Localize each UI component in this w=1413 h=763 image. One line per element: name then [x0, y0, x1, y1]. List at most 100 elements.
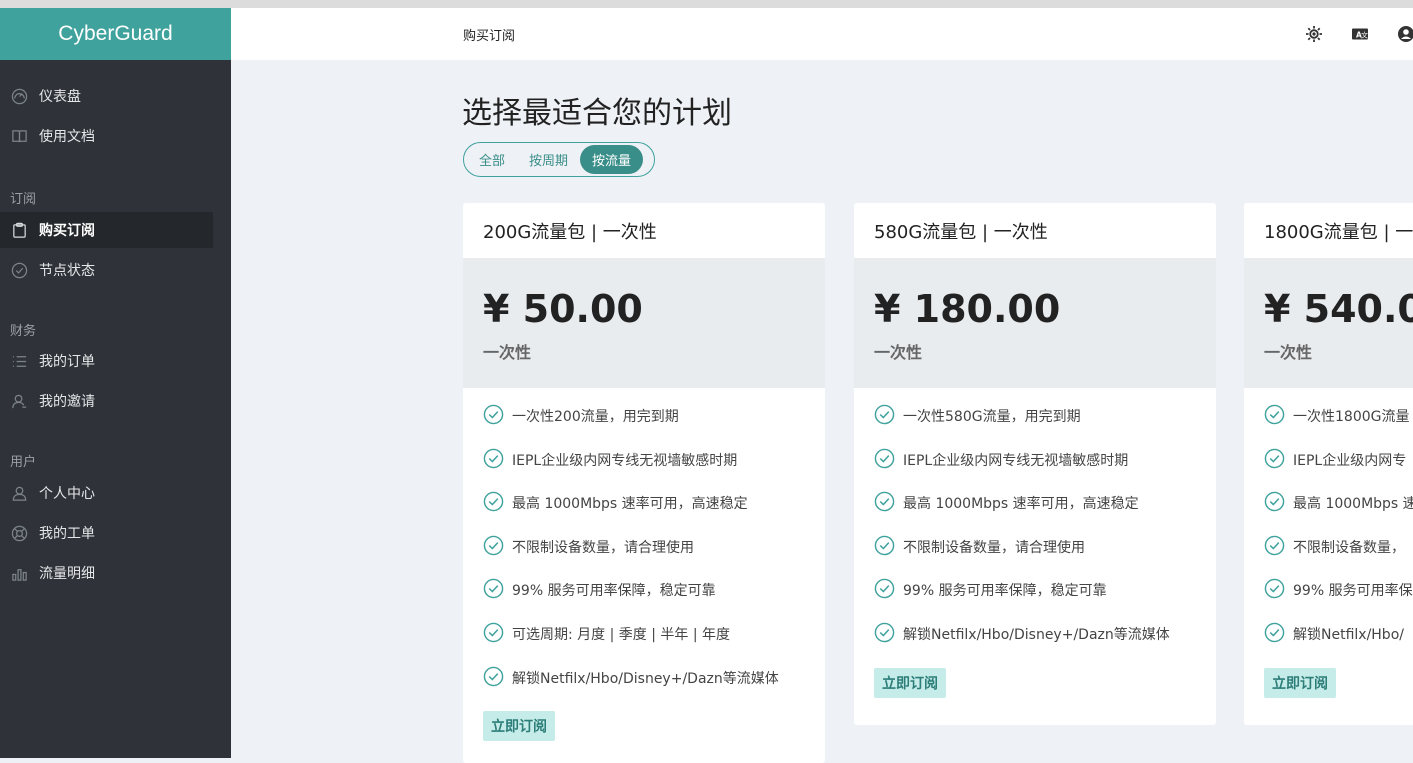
clipboard-icon	[10, 221, 28, 239]
feature-item: 一次性1800G流量	[1264, 402, 1413, 446]
sidebar-item-profile[interactable]: 个人中心	[0, 475, 213, 511]
brand-logo[interactable]: CyberGuard	[0, 8, 231, 60]
feature-item: IEPL企业级内网专线无视墙敏感时期	[483, 446, 825, 490]
page-title: 选择最适合您的计划	[462, 96, 732, 131]
filter-by-traffic[interactable]: 按流量	[580, 145, 644, 174]
plan-period: 一次性	[874, 343, 923, 362]
window-top-bar	[0, 0, 1413, 8]
sidebar-item-node-status[interactable]: 节点状态	[0, 252, 213, 288]
sidebar-item-dashboard[interactable]: 仪表盘	[0, 78, 213, 114]
sidebar-item-invites[interactable]: 我的邀请	[0, 383, 213, 419]
feature-item: 99% 服务可用率保	[1264, 576, 1413, 620]
subscribe-button[interactable]: 立即订阅	[483, 711, 555, 742]
theme-toggle-icon[interactable]	[1304, 24, 1324, 44]
feature-item: 99% 服务可用率保障，稳定可靠	[874, 576, 1216, 620]
sidebar-item-label: 购买订阅	[39, 223, 95, 239]
plan-card: 580G流量包 | 一次性 ¥ 180.00 一次性 一次性580G流量，用完到…	[854, 203, 1216, 725]
feature-item: 不限制设备数量，请合理使用	[483, 533, 825, 577]
feature-item: 一次性200流量，用完到期	[483, 402, 825, 446]
dashboard-icon	[10, 87, 28, 105]
plan-name: 580G流量包 | 一次性	[874, 221, 1048, 243]
feature-list: 一次性580G流量，用完到期 IEPL企业级内网专线无视墙敏感时期 最高 100…	[854, 388, 1216, 664]
check-icon	[874, 535, 895, 556]
check-icon	[483, 404, 504, 425]
feature-item: 一次性580G流量，用完到期	[874, 402, 1216, 446]
check-icon	[483, 622, 504, 643]
feature-item: IEPL企业级内网专线无视墙敏感时期	[874, 446, 1216, 490]
feature-item: 最高 1000Mbps 速率可用，高速稳定	[874, 489, 1216, 533]
user-invite-icon	[10, 392, 28, 410]
check-circle-icon	[10, 261, 28, 279]
subscribe-button[interactable]: 立即订阅	[874, 667, 946, 698]
translate-icon[interactable]: A文	[1350, 24, 1370, 44]
check-icon	[483, 491, 504, 512]
sidebar-item-label: 我的邀请	[39, 394, 95, 410]
feature-item: 可选周期: 月度 | 季度 | 半年 | 年度	[483, 620, 825, 664]
plan-price: ¥ 180.00	[874, 287, 1061, 331]
filter-by-period[interactable]: 按周期	[517, 145, 580, 174]
sidebar-item-buy-subscription[interactable]: 购买订阅	[0, 212, 213, 248]
check-icon	[483, 666, 504, 686]
feature-item: 不限制设备数量，	[1264, 533, 1413, 577]
plan-card: 1800G流量包 | 一次 ¥ 540.00 一次性 一次性1800G流量 IE…	[1244, 203, 1413, 725]
sidebar-item-label: 个人中心	[39, 486, 95, 502]
list-icon	[10, 352, 28, 370]
plan-name: 1800G流量包 | 一次	[1264, 221, 1413, 243]
filter-all[interactable]: 全部	[467, 145, 517, 174]
check-icon	[1264, 579, 1285, 599]
breadcrumb: 购买订阅	[463, 28, 516, 44]
sidebar-item-label: 使用文档	[39, 129, 95, 145]
plan-price-block: ¥ 180.00 一次性	[854, 258, 1216, 388]
check-icon	[874, 579, 895, 599]
feature-list: 一次性1800G流量 IEPL企业级内网专 最高 1000Mbps 速 不限制设…	[1244, 388, 1413, 664]
check-icon	[1264, 491, 1285, 512]
check-icon	[874, 404, 895, 425]
support-icon	[10, 524, 28, 542]
check-icon	[874, 622, 895, 643]
feature-item: 解锁Netfilx/Hbo/Disney+/Dazn等流媒体	[874, 620, 1216, 664]
sidebar-item-label: 我的工单	[39, 526, 95, 542]
sidebar-item-label: 仪表盘	[39, 89, 81, 105]
plan-period: 一次性	[483, 343, 532, 362]
sidebar-section-title: 订阅	[10, 192, 37, 207]
plan-name: 200G流量包 | 一次性	[483, 221, 657, 243]
check-icon	[1264, 535, 1285, 556]
user-icon	[10, 484, 28, 502]
plan-card: 200G流量包 | 一次性 ¥ 50.00 一次性 一次性200流量，用完到期 …	[463, 203, 825, 763]
sidebar-item-label: 节点状态	[39, 263, 95, 279]
plan-price: ¥ 540.00	[1264, 287, 1413, 331]
sidebar-item-label: 流量明细	[39, 566, 95, 582]
feature-item: 99% 服务可用率保障，稳定可靠	[483, 576, 825, 620]
plan-price-block: ¥ 50.00 一次性	[463, 258, 825, 388]
feature-item: 最高 1000Mbps 速	[1264, 489, 1413, 533]
subscribe-button[interactable]: 立即订阅	[1264, 667, 1336, 698]
sidebar-item-label: 我的订单	[39, 354, 95, 370]
check-icon	[483, 579, 504, 599]
feature-list: 一次性200流量，用完到期 IEPL企业级内网专线无视墙敏感时期 最高 1000…	[463, 388, 825, 707]
svg-text:文: 文	[1361, 30, 1368, 39]
sidebar-section-title: 财务	[10, 324, 37, 339]
check-icon	[874, 491, 895, 512]
top-header: 购买订阅 A文	[231, 8, 1413, 60]
plan-filter-toggle: 全部 按周期 按流量	[463, 142, 655, 177]
sidebar: CyberGuard 仪表盘 使用文档 订阅 购买订阅 节点状态 财务 我的订单…	[0, 8, 231, 758]
feature-item: 不限制设备数量，请合理使用	[874, 533, 1216, 577]
check-icon	[1264, 622, 1285, 643]
sidebar-item-orders[interactable]: 我的订单	[0, 343, 213, 379]
check-icon	[874, 448, 895, 468]
feature-item: IEPL企业级内网专	[1264, 446, 1413, 490]
check-icon	[1264, 448, 1285, 468]
sidebar-item-traffic[interactable]: 流量明细	[0, 555, 213, 591]
account-icon[interactable]	[1396, 24, 1413, 44]
check-icon	[483, 448, 504, 468]
feature-item: 解锁Netfilx/Hbo/Disney+/Dazn等流媒体	[483, 664, 825, 708]
feature-item: 最高 1000Mbps 速率可用，高速稳定	[483, 489, 825, 533]
check-icon	[483, 535, 504, 556]
bar-chart-icon	[10, 564, 28, 582]
plan-price-block: ¥ 540.00 一次性	[1244, 258, 1413, 388]
check-icon	[1264, 404, 1285, 425]
book-icon	[10, 127, 28, 145]
plan-price: ¥ 50.00	[483, 287, 643, 331]
sidebar-item-docs[interactable]: 使用文档	[0, 118, 213, 154]
sidebar-item-tickets[interactable]: 我的工单	[0, 515, 213, 551]
